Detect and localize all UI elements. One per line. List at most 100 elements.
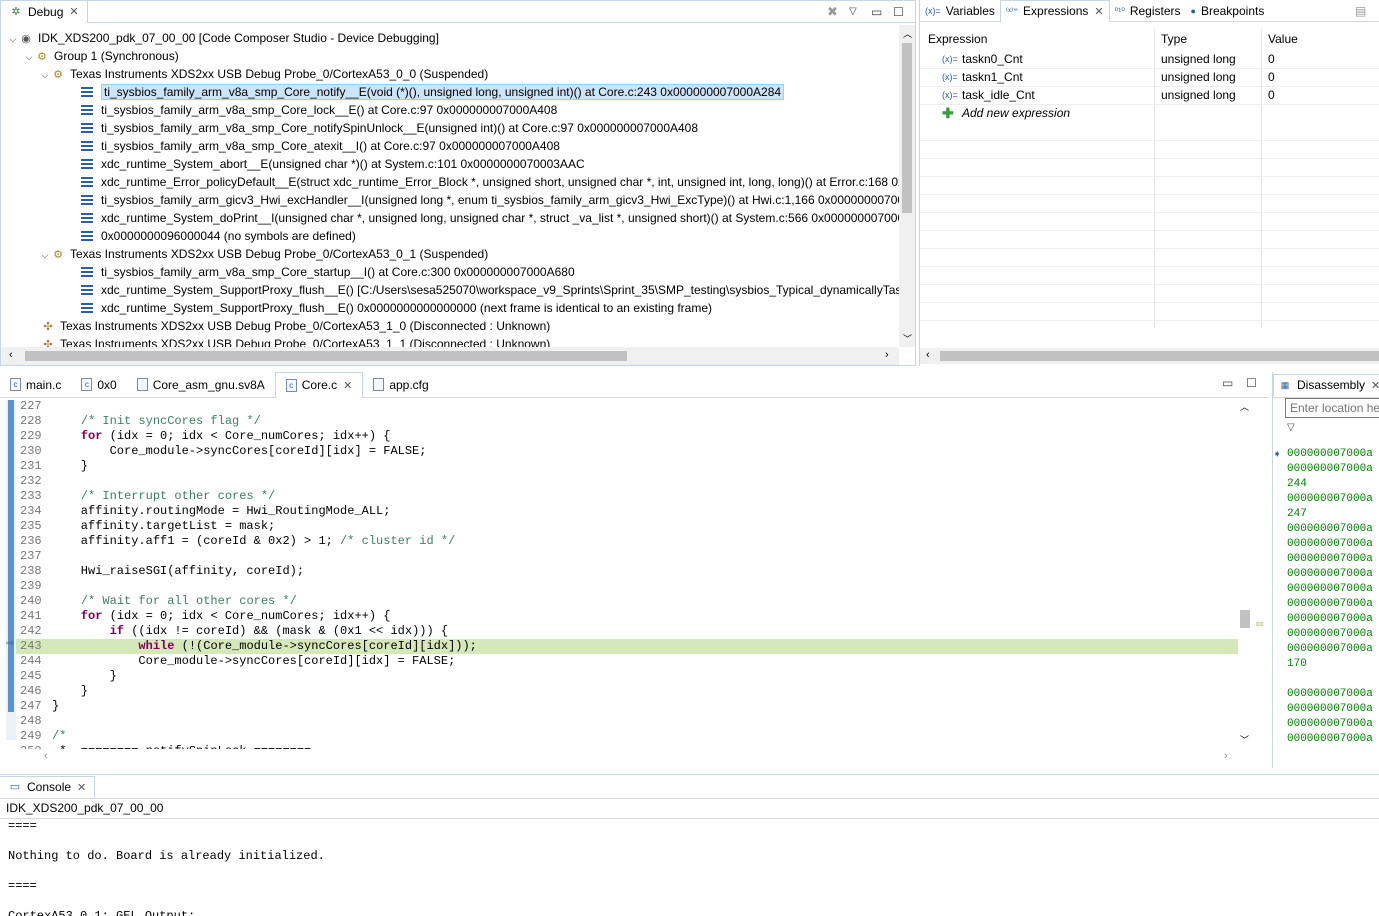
scroll-thumb[interactable] — [1240, 610, 1250, 628]
debug-tree-item[interactable]: xdc_runtime_System_SupportProxy_flush__E… — [81, 299, 712, 317]
editor-maximize-icon[interactable]: ☐ — [1246, 376, 1257, 390]
debug-tree-item[interactable]: ti_sysbios_family_arm_v8a_smp_Core_lock_… — [81, 101, 557, 119]
expand-chevron-icon[interactable]: ⌵ — [7, 30, 19, 48]
column-header-expression[interactable]: Expression — [928, 32, 987, 46]
tab-console[interactable]: ▭ Console ✕ — [0, 775, 96, 798]
maximize-icon[interactable]: ☐ — [893, 5, 915, 19]
debug-tree-item[interactable]: xdc_runtime_System_abort__E(unsigned cha… — [81, 155, 585, 173]
tab-expressions[interactable]: ⁽ˣ⁾⁼ Expressions ✕ — [999, 0, 1110, 22]
editor-minimize-icon[interactable]: ▭ — [1222, 376, 1233, 390]
tab-disassembly[interactable]: ▦ Disassembly ✕ — [1273, 373, 1379, 396]
scroll-right-arrow-icon[interactable]: › — [885, 349, 889, 361]
tab-app-cfg[interactable]: app.cfg — [363, 372, 438, 398]
code-line: 235 affinity.targetList = mask; — [16, 519, 1238, 534]
debug-tree-item[interactable]: ⌵ ⚙ Group 1 (Synchronous) — [23, 47, 179, 65]
instruction-pointer-icon: ⇨ — [6, 638, 15, 649]
debug-vertical-scrollbar[interactable]: ︿ ﹀ — [899, 25, 915, 347]
tab-main-c[interactable]: c main.c — [0, 372, 71, 398]
debug-tree-item[interactable]: ti_sysbios_family_arm_v8a_smp_Core_atexi… — [81, 137, 560, 155]
debug-tree-item[interactable]: ⌵ ◉ IDK_XDS200_pdk_07_00_00 [Code Composer… — [7, 29, 439, 47]
table-row[interactable]: (x)= task_idle_Cnt unsigned long 0 — [920, 86, 1379, 104]
scroll-up-arrow-icon[interactable]: ︿ — [903, 27, 912, 40]
expression-value[interactable]: 0 — [1268, 86, 1275, 104]
debug-tree-item[interactable]: ✣ Texas Instruments XDS2xx USB Debug Prob… — [29, 335, 550, 347]
debug-tree-item[interactable]: xdc_runtime_Error_policyDefault__E(struc… — [81, 173, 899, 191]
dropdown-chevron-icon[interactable]: ▽ — [1287, 422, 1295, 433]
table-row[interactable]: (x)= taskn1_Cnt unsigned long 0 — [920, 68, 1379, 86]
expand-chevron-icon[interactable]: ⌵ — [39, 66, 51, 84]
debug-tree-item[interactable]: ti_sysbios_family_arm_v8a_smp_Core_start… — [81, 263, 575, 281]
expression-variable-icon: (x)= — [942, 54, 958, 64]
line-number: 242 — [20, 624, 42, 638]
tab-0x0[interactable]: c 0x0 — [71, 372, 126, 398]
expressions-icon: ⁽ˣ⁾⁼ — [1005, 6, 1019, 16]
tab-breakpoints[interactable]: ● Breakpoints — [1186, 0, 1270, 22]
scroll-thumb[interactable] — [940, 351, 1379, 361]
column-header-type[interactable]: Type — [1161, 32, 1187, 46]
tab-registers[interactable]: ⁰¹⁰ Registers — [1110, 0, 1186, 22]
scroll-thumb[interactable] — [902, 43, 912, 213]
disassembly-tab-label: Disassembly — [1297, 378, 1366, 392]
scroll-left-arrow-icon[interactable]: ‹ — [44, 750, 48, 762]
scroll-up-arrow-icon[interactable]: ︿ — [1240, 400, 1249, 413]
expression-value[interactable]: 0 — [1268, 50, 1275, 68]
stack-frame-icon — [81, 213, 93, 223]
expressions-horizontal-scrollbar[interactable]: ‹ — [920, 348, 1379, 364]
scroll-thumb[interactable] — [25, 351, 627, 361]
close-icon[interactable]: ✕ — [1094, 5, 1103, 18]
scroll-left-arrow-icon[interactable]: ‹ — [926, 349, 930, 361]
expression-value[interactable]: 0 — [1268, 68, 1275, 86]
debug-tree-item[interactable]: ⌵ ⚙ Texas Instruments XDS2xx USB Debug Pro… — [39, 245, 489, 264]
code-editor[interactable]: 227 228 /* Init syncCores flag */229 for … — [16, 399, 1238, 749]
location-input[interactable] — [1285, 398, 1379, 418]
debug-horizontal-scrollbar[interactable]: ‹ › — [1, 347, 899, 365]
debug-tree-item-label: ti_sysbios_family_arm_v8a_smp_Core_lock_… — [101, 103, 558, 117]
line-number: 247 — [20, 699, 42, 713]
close-icon[interactable]: ✕ — [1371, 379, 1379, 392]
tab-core-c[interactable]: c Core.c ✕ — [274, 371, 364, 398]
column-header-value[interactable]: Value — [1268, 32, 1298, 46]
line-number: 238 — [20, 564, 42, 578]
close-icon[interactable]: ✕ — [343, 379, 352, 392]
code-line: 250 * ======== notifySpinLock ======== — [16, 744, 1238, 749]
scroll-down-arrow-icon[interactable]: ﹀ — [1240, 733, 1249, 746]
expand-chevron-icon[interactable]: ⌵ — [39, 246, 51, 264]
debug-tree-item[interactable]: ti_sysbios_family_arm_v8a_smp_Core_notif… — [81, 119, 698, 137]
editor-horizontal-scrollbar[interactable]: ‹ › — [40, 750, 1238, 764]
debug-tree-item[interactable]: 0x0000000096000044 (no symbols are defin… — [81, 227, 356, 245]
overview-ruler — [1253, 400, 1265, 746]
disconnected-cpu-icon: ✣ — [43, 321, 53, 333]
debug-tree-item[interactable]: xdc_runtime_System_doPrint__I(unsigned c… — [81, 209, 899, 227]
debug-tree-item[interactable]: xdc_runtime_System_SupportProxy_flush__E… — [81, 281, 899, 299]
add-expression-row[interactable]: ✚ Add new expression — [920, 104, 1379, 122]
minimize-icon[interactable]: ▭ — [871, 5, 893, 19]
view-menu-icon[interactable]: ▽ — [849, 6, 871, 17]
remove-terminated-icon[interactable]: ✖ — [827, 4, 849, 20]
tab-debug[interactable]: ✲ Debug ✕ — [1, 0, 88, 23]
debug-tree-item[interactable]: ti_sysbios_family_arm_gicv3_Hwi_excHandl… — [81, 191, 899, 209]
table-row[interactable]: (x)= taskn0_Cnt unsigned long 0 — [920, 50, 1379, 68]
debug-tree-item[interactable]: ✣ Texas Instruments XDS2xx USB Debug Prob… — [29, 317, 550, 335]
editor-vertical-scrollbar[interactable]: ︿ ﹀ — [1238, 400, 1252, 746]
line-number: 234 — [20, 504, 42, 518]
tab-core-asm-gnu-sv8a[interactable]: Core_asm_gnu.sv8A — [127, 372, 275, 398]
scroll-right-arrow-icon[interactable]: › — [1224, 750, 1228, 762]
stack-frame-icon — [81, 105, 93, 115]
debug-tree-item[interactable]: ti_sysbios_family_arm_v8a_smp_Core_notif… — [81, 83, 785, 101]
close-icon[interactable]: ✕ — [77, 781, 86, 794]
expand-chevron-icon[interactable]: ⌵ — [23, 48, 35, 66]
tab-label: Breakpoints — [1200, 3, 1265, 18]
stack-frame-icon — [81, 177, 93, 187]
row-divider — [920, 212, 1379, 213]
code-line: 241 for (idx = 0; idx < Core_numCores; i… — [16, 609, 1238, 624]
close-icon[interactable]: ✕ — [69, 5, 78, 18]
scroll-down-arrow-icon[interactable]: ﹀ — [903, 332, 912, 345]
toolbar-icon[interactable]: ▤ — [1355, 4, 1379, 18]
code-text: /* Interrupt other cores */ — [80, 489, 276, 503]
disassembly-line: 000000007000a — [1287, 688, 1373, 700]
console-line: ==== — [8, 879, 37, 893]
disassembly-line: 244 — [1287, 478, 1307, 490]
tab-variables[interactable]: (x)= Variables — [920, 0, 1000, 22]
scroll-left-arrow-icon[interactable]: ‹ — [9, 349, 13, 361]
debug-tree-item[interactable]: ⌵ ⚙ Texas Instruments XDS2xx USB Debug Pro… — [39, 65, 489, 84]
